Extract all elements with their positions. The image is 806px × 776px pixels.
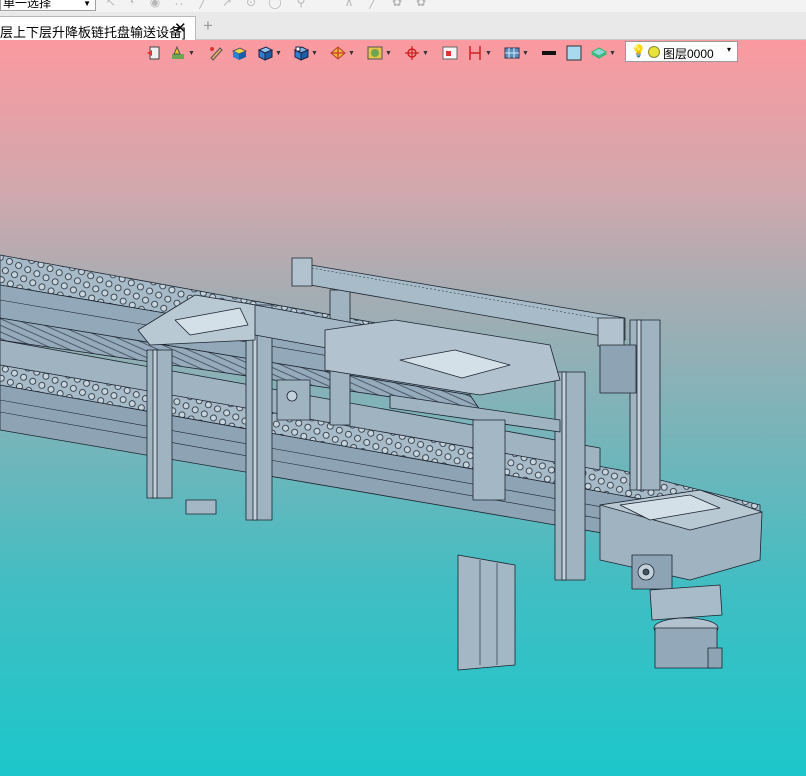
ribbon-strip: 单一选择 ▼ ↖ ◔ ◉ ∴ ╱ ↗ ⊙ ◯ ⚲ ⌒ ∧ ╱ ✿ ✿ [0,0,806,12]
line-icon[interactable]: ╱ [196,0,210,10]
document-tab[interactable]: 层上下层升降板链托盘输送设备] ✕ [0,16,196,41]
close-icon[interactable]: ✕ [174,19,187,37]
point-icon[interactable]: ⊙ [244,0,258,10]
gear-icon[interactable]: ✿ [414,0,428,10]
snap-icon[interactable]: ∴ [172,0,186,10]
document-tab-title: 层上下层升降板链托盘输送设备] [0,25,186,40]
angle-icon[interactable]: ∧ [342,0,356,10]
gear-icon[interactable]: ✿ [390,0,404,10]
new-tab-button[interactable]: + [203,16,213,36]
arrow-icon[interactable]: ↗ [220,0,234,10]
3d-viewport[interactable]: ▼ ▼ ▼ ▼ ▼ ▼ ▼ ▼ ▼ 💡 图层0000 ▾ [0,40,806,776]
pin-icon[interactable]: ⚲ [294,0,308,10]
selection-mode-label: 单一选择 [3,0,52,10]
rotate-view-icon[interactable]: ◉ [148,0,162,10]
select-icon[interactable]: ↖ [104,0,118,10]
conveyor-model[interactable] [0,40,806,776]
selection-mode-combo[interactable]: 单一选择 ▼ [0,0,96,11]
circle-icon[interactable]: ◯ [268,0,282,10]
chevron-down-icon: ▼ [83,0,91,8]
curve-icon[interactable]: ╱ [366,0,380,10]
lasso-icon[interactable]: ◔ [124,0,138,10]
arc-icon[interactable]: ⌒ [318,0,332,10]
document-tab-bar: 层上下层升降板链托盘输送设备] ✕ + [0,12,806,41]
